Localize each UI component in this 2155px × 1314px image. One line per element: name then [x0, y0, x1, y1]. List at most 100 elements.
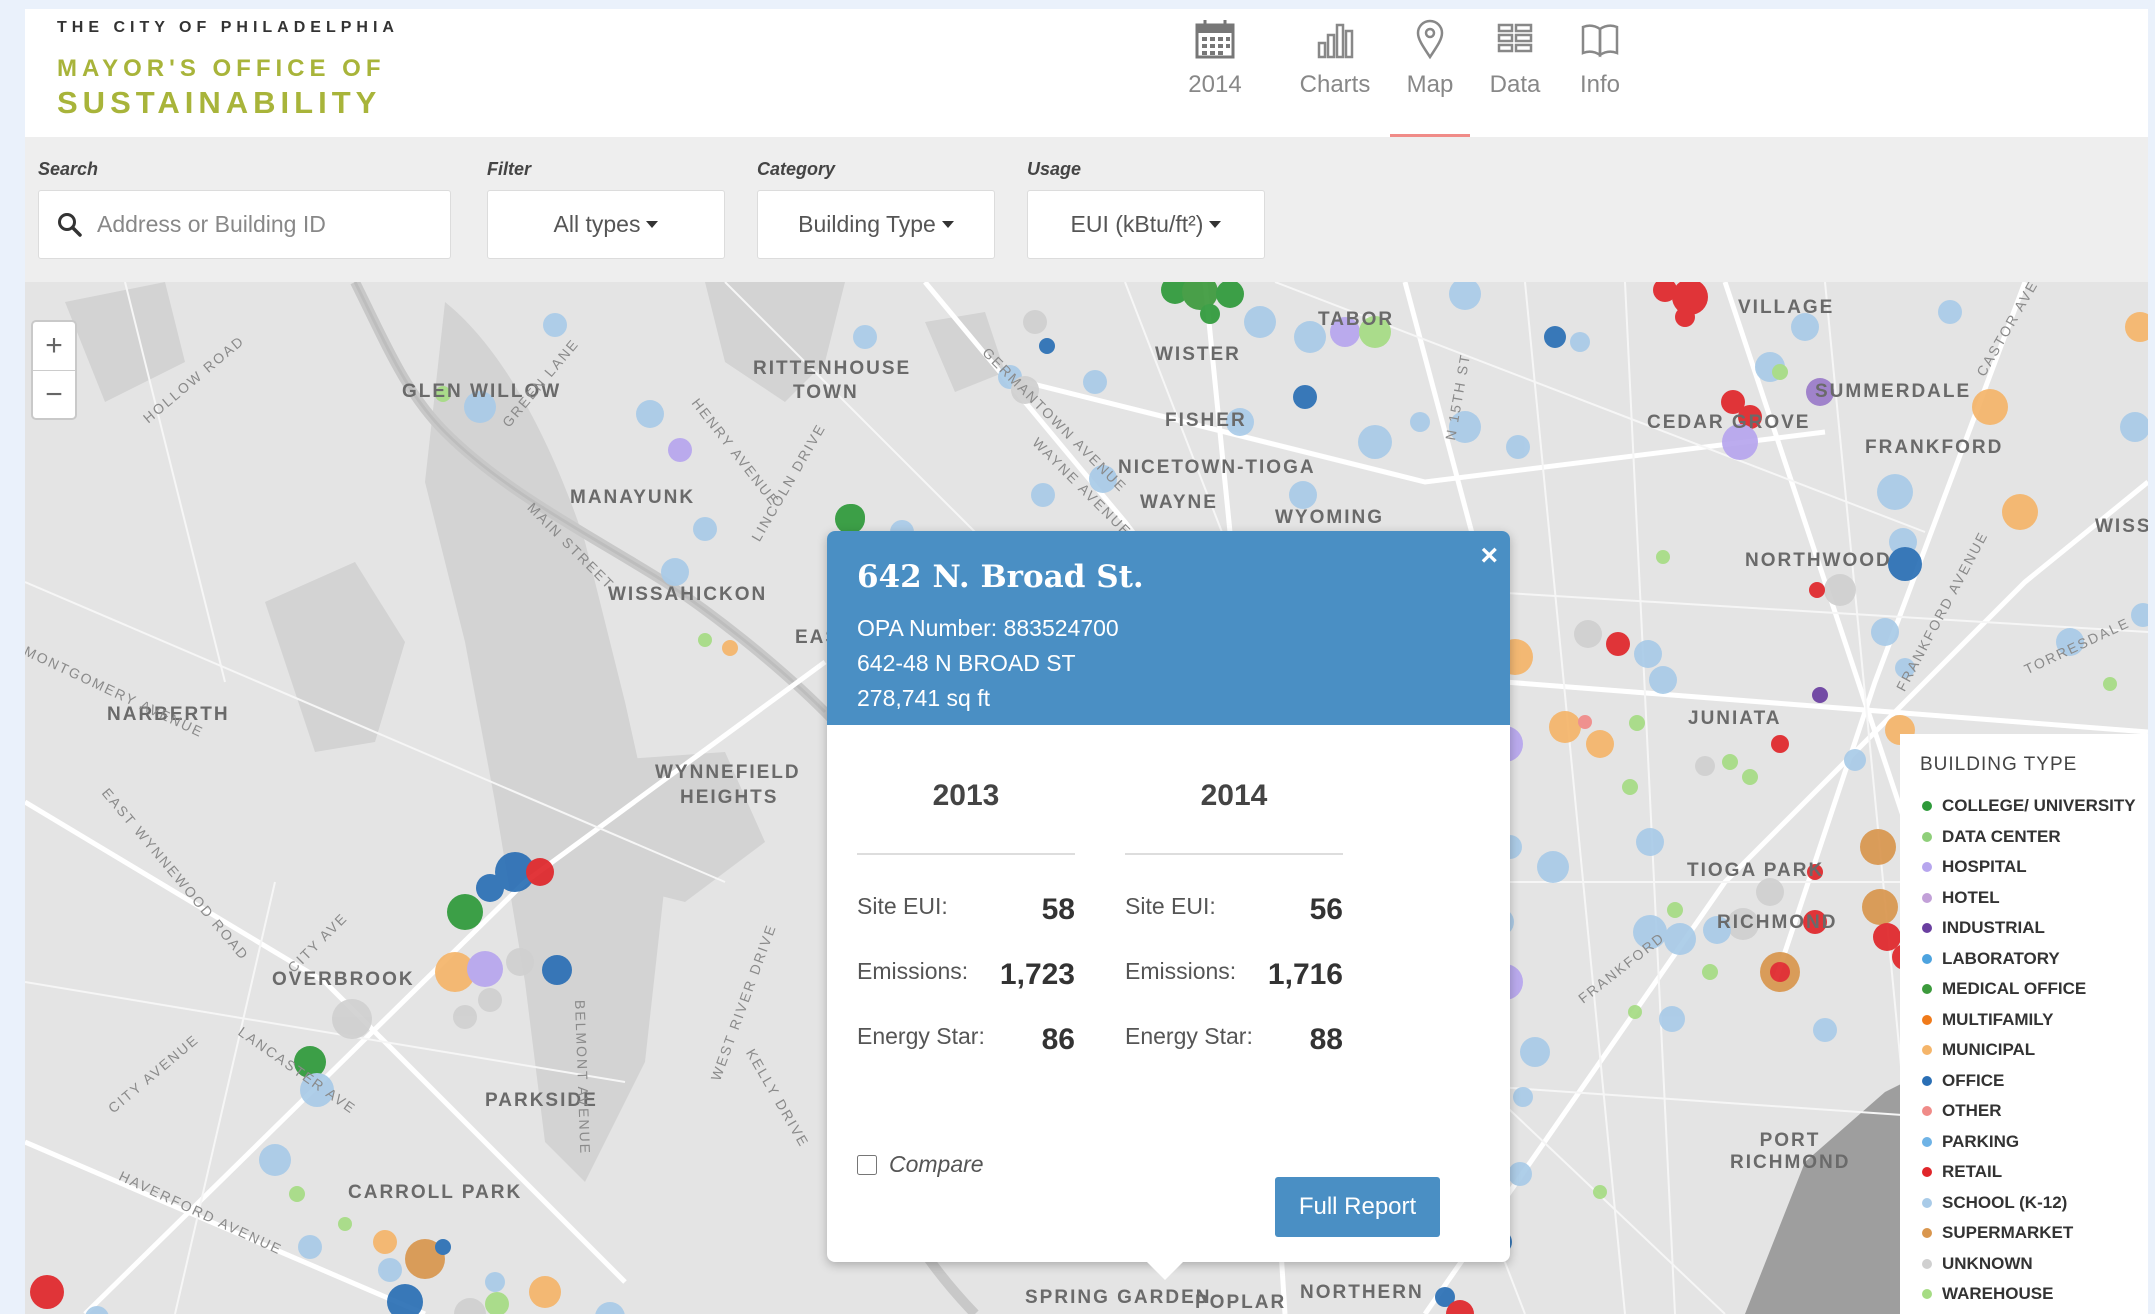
map-place-label: WYNNEFIELD — [655, 762, 801, 783]
legend-label: OTHER — [1942, 1101, 2002, 1120]
map-place-label: RITTENHOUSE — [753, 358, 912, 379]
legend-swatch — [1922, 1014, 1932, 1025]
map-place-label: HEIGHTS — [680, 787, 779, 808]
legend-label: LABORATORY — [1942, 948, 2060, 968]
legend-item: SCHOOL (K-12) — [1922, 1193, 2067, 1213]
energy-star-2013: 86 — [1041, 1023, 1075, 1056]
legend-label: PARKING — [1942, 1131, 2020, 1151]
map-place-label: VILLAGE — [1738, 297, 1835, 318]
map-place-label: MANAYUNK — [570, 487, 696, 508]
emissions-label: Emissions: — [1125, 958, 1237, 984]
emissions-2013: 1,723 — [999, 958, 1075, 991]
usage-dropdown[interactable]: EUI (kBtu/ft²) — [1027, 190, 1265, 259]
legend-swatch — [1922, 1106, 1932, 1116]
popup-pointer — [1145, 1260, 1185, 1280]
legend-swatch — [1922, 831, 1932, 842]
map-pin-icon — [1416, 19, 1444, 60]
logo-mayor-line: MAYOR'S OFFICE OF — [57, 55, 386, 82]
legend-item: HOSPITAL — [1922, 857, 2027, 877]
legend-item: MULTIFAMILY — [1922, 1010, 2053, 1030]
divider — [857, 853, 1075, 855]
emissions-2014: 1,716 — [1267, 958, 1343, 991]
popup-opa-number: OPA Number: 883524700 — [857, 615, 1119, 641]
map-place-label: PORT RICHMOND — [1730, 1130, 1851, 1173]
map-place-label: WYOMING — [1275, 507, 1384, 528]
legend-item: DATA CENTER — [1922, 827, 2061, 847]
book-icon — [1581, 24, 1619, 58]
legend-swatch — [1922, 1258, 1932, 1269]
filter-group: Filter All types — [487, 159, 725, 259]
search-field[interactable] — [38, 190, 451, 259]
legend-swatch — [1922, 1075, 1932, 1086]
legend-swatch — [1922, 801, 1932, 811]
map-place-label: NORTHWOOD — [1745, 550, 1892, 571]
legend-label: OFFICE — [1942, 1070, 2005, 1090]
popup-year-2013: 2013 — [932, 779, 1000, 812]
map-place-label: TIOGA PARK — [1687, 860, 1825, 881]
legend-label: HOTEL — [1942, 887, 2000, 907]
map-place-label: NICETOWN-TIOGA — [1118, 457, 1316, 478]
nav-data-label: Data — [1489, 71, 1541, 98]
legend-label: DATA CENTER — [1942, 826, 2061, 846]
legend-swatch — [1922, 1289, 1932, 1299]
legend-swatch — [1922, 1167, 1932, 1177]
category-dropdown[interactable]: Building Type — [757, 190, 995, 259]
chevron-down-icon — [646, 221, 659, 228]
chevron-down-icon — [1209, 221, 1222, 228]
category-label: Category — [757, 159, 836, 179]
nav-info[interactable]: Info — [1565, 9, 1635, 137]
category-value: Building Type — [798, 211, 936, 237]
legend-swatch — [1922, 862, 1932, 872]
usage-group: Usage EUI (kBtu/ft²) — [1027, 159, 1265, 259]
legend-swatch — [1922, 923, 1932, 933]
map-place-label: TABOR — [1318, 309, 1395, 330]
legend-label: COLLEGE/ UNIVERSITY — [1942, 796, 2136, 815]
nav-map[interactable]: Map — [1390, 9, 1470, 139]
map-place-label: FRANKFORD — [1865, 437, 2004, 458]
legend-label: HOSPITAL — [1942, 857, 2027, 876]
filter-value: All types — [553, 211, 641, 237]
legend-item: OFFICE — [1922, 1071, 2004, 1091]
compare-option[interactable]: Compare — [857, 1151, 984, 1178]
popup-area: 278,741 sq ft — [857, 685, 990, 711]
zoom-out-button[interactable]: − — [33, 370, 75, 419]
legend-label: MULTIFAMILY — [1942, 1009, 2054, 1029]
map-place-label: TOWN — [793, 382, 859, 403]
legend-item: MEDICAL OFFICE — [1922, 979, 2086, 999]
map-place-label: CARROLL PARK — [348, 1182, 523, 1203]
legend-item: MUNICIPAL — [1922, 1040, 2035, 1060]
filter-label: Filter — [487, 159, 532, 179]
map-place-label: CEDAR GROVE — [1647, 412, 1811, 433]
emissions-label: Emissions: — [857, 958, 969, 984]
filter-dropdown[interactable]: All types — [487, 190, 725, 259]
legend-item: OTHER — [1922, 1101, 2002, 1121]
year-selector[interactable]: 2014 — [1155, 9, 1275, 137]
nav-info-label: Info — [1579, 71, 1621, 98]
site-eui-label: Site EUI: — [1125, 893, 1216, 919]
legend-swatch — [1922, 953, 1932, 964]
legend-item: HOTEL — [1922, 888, 2000, 908]
legend-swatch — [1922, 1045, 1932, 1055]
nav-data[interactable]: Data — [1480, 9, 1550, 137]
map-place-label: SPRING GARDEN — [1025, 1287, 1212, 1308]
compare-checkbox[interactable] — [857, 1154, 877, 1175]
nav-charts[interactable]: Charts — [1285, 9, 1385, 137]
map-place-label: WISSIN — [2095, 516, 2148, 537]
logo-city-line: THE CITY OF PHILADELPHIA — [57, 19, 399, 36]
site-eui-2013: 58 — [1041, 893, 1075, 926]
nav-charts-label: Charts — [1299, 71, 1371, 98]
legend-swatch — [1922, 1228, 1932, 1238]
zoom-in-button[interactable]: + — [33, 322, 75, 370]
map-place-label: WISTER — [1155, 344, 1241, 365]
compare-label: Compare — [889, 1151, 984, 1177]
legend-label: SCHOOL (K-12) — [1942, 1192, 2068, 1212]
year-label: 2014 — [1188, 71, 1242, 98]
legend-swatch — [1922, 1136, 1932, 1147]
building-popup: 642 N. Broad St. × OPA Number: 883524700… — [827, 531, 1510, 1280]
close-icon[interactable]: × — [1480, 539, 1498, 573]
map-place-label: RICHMOND — [1717, 912, 1838, 933]
search-input[interactable] — [95, 210, 439, 239]
full-report-button[interactable]: Full Report — [1275, 1177, 1440, 1237]
legend-item: INDUSTRIAL — [1922, 918, 2045, 938]
logo-sustainability-line: SUSTAINABILITY — [57, 85, 382, 120]
